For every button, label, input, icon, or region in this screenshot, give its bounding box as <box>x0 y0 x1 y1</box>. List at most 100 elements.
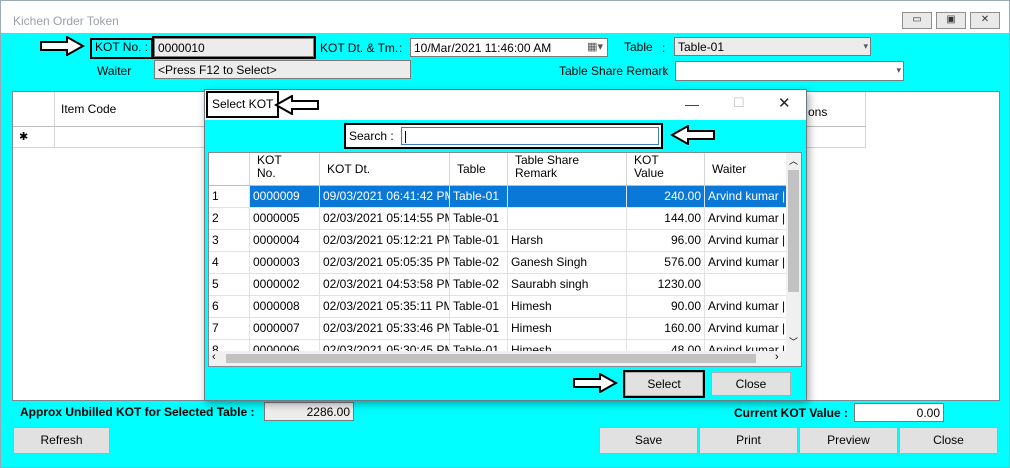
cell-kot-no[interactable]: 0000007 <box>250 318 320 340</box>
row-number[interactable]: 2 <box>209 208 250 230</box>
cell-table[interactable]: Table-01 <box>450 208 508 230</box>
row-number[interactable]: 6 <box>209 296 250 318</box>
cell-kot-value[interactable]: 90.00 <box>627 296 705 318</box>
kot-datetime-picker[interactable]: 10/Mar/2021 11:46:00 AM ▦▾ <box>410 38 608 57</box>
cell-kot-value[interactable]: 240.00 <box>627 186 705 208</box>
cell-waiter[interactable]: Arvind kumar | 0 <box>705 230 787 252</box>
arrow-left-icon <box>670 125 715 145</box>
cell-kot-dt[interactable]: 02/03/2021 05:12:21 PM <box>320 230 450 252</box>
cell-table-share-remark[interactable]: Harsh <box>508 230 627 252</box>
cell-kot-value[interactable]: 96.00 <box>627 230 705 252</box>
print-button[interactable]: Print <box>699 427 798 454</box>
col-waiter[interactable]: Waiter <box>705 153 787 186</box>
row-number[interactable]: 3 <box>209 230 250 252</box>
table-row[interactable]: 7 0000007 02/03/2021 05:33:46 PM Table-01 Hi… <box>209 318 787 340</box>
calendar-icon[interactable]: ▦▾ <box>587 40 603 53</box>
refresh-button[interactable]: Refresh <box>13 427 110 454</box>
row-number[interactable]: 1 <box>209 186 250 208</box>
cell-table[interactable]: Table-01 <box>450 318 508 340</box>
cell-kot-value[interactable]: 160.00 <box>627 318 705 340</box>
close-window-button[interactable]: ✕ <box>970 12 1000 29</box>
scroll-thumb-vertical[interactable] <box>788 170 799 292</box>
table-row[interactable]: 6 0000008 02/03/2021 05:35:11 PM Table-01 Hi… <box>209 296 787 318</box>
table-row[interactable]: 3 0000004 02/03/2021 05:12:21 PM Table-01 Ha… <box>209 230 787 252</box>
table-select[interactable]: Table-01 ▾ <box>674 37 871 56</box>
cell-waiter[interactable]: Arvind kumar | 0 <box>705 252 787 274</box>
row-number[interactable]: 4 <box>209 252 250 274</box>
new-row-instructions-cell[interactable] <box>806 127 866 148</box>
cell-table-share-remark[interactable] <box>508 186 627 208</box>
cell-table[interactable]: Table-01 <box>450 186 508 208</box>
kot-list-grid[interactable]: KOT No. KOT Dt. Table Table Share Remark K… <box>208 152 802 367</box>
col-table[interactable]: Table <box>450 153 508 186</box>
scroll-down-icon[interactable]: ﹀ <box>789 335 798 348</box>
kot-no-field[interactable]: 0000010 <box>152 36 316 59</box>
col-table-share-remark[interactable]: Table Share Remark <box>508 153 627 186</box>
col-item-code[interactable]: Item Code <box>55 92 205 127</box>
cell-waiter[interactable]: Arvind kumar | 0 <box>705 296 787 318</box>
vertical-scrollbar[interactable]: ︿ ﹀ <box>786 153 801 351</box>
cell-kot-no[interactable]: 0000002 <box>250 274 320 296</box>
row-number[interactable]: 5 <box>209 274 250 296</box>
save-button[interactable]: Save <box>599 427 698 454</box>
cell-kot-no[interactable]: 0000003 <box>250 252 320 274</box>
title-bar: Kichen Order Token ▭ ▣ ✕ <box>1 1 1009 33</box>
close-form-button[interactable]: Close <box>899 427 998 454</box>
horizontal-scrollbar[interactable]: ‹ › <box>209 351 787 366</box>
scroll-left-icon[interactable]: ‹ <box>212 351 216 363</box>
cell-table[interactable]: Table-01 <box>450 296 508 318</box>
cell-kot-no[interactable]: 0000005 <box>250 208 320 230</box>
dialog-close-icon[interactable]: ✕ <box>778 94 791 112</box>
cell-waiter[interactable]: Arvind kumar | 0 <box>705 318 787 340</box>
scroll-thumb-horizontal[interactable] <box>226 354 756 363</box>
row-number[interactable]: 7 <box>209 318 250 340</box>
dialog-close-button[interactable]: Close <box>711 372 791 396</box>
table-row[interactable]: 4 0000003 02/03/2021 05:05:35 PM Table-02 Ga… <box>209 252 787 274</box>
cell-kot-dt[interactable]: 02/03/2021 05:35:11 PM <box>320 296 450 318</box>
preview-button[interactable]: Preview <box>799 427 898 454</box>
maximize-button[interactable]: ▣ <box>936 12 966 29</box>
cell-kot-value[interactable]: 576.00 <box>627 252 705 274</box>
cell-waiter[interactable]: Arvind kumar | 0 <box>705 186 787 208</box>
cell-kot-value[interactable]: 1230.00 <box>627 274 705 296</box>
waiter-field[interactable]: <Press F12 to Select> <box>154 60 411 79</box>
col-kot-no-line1: KOT <box>257 153 282 167</box>
cell-kot-dt[interactable]: 02/03/2021 05:33:46 PM <box>320 318 450 340</box>
cell-waiter[interactable]: Arvind kumar | 0 <box>705 208 787 230</box>
col-kot-dt[interactable]: KOT Dt. <box>320 153 450 186</box>
cell-table-share-remark[interactable]: Ganesh Singh <box>508 252 627 274</box>
select-button[interactable]: Select <box>623 370 705 398</box>
cell-kot-no[interactable]: 0000008 <box>250 296 320 318</box>
col-kot-no[interactable]: KOT No. <box>250 153 320 186</box>
scroll-right-icon[interactable]: › <box>775 351 779 363</box>
cell-table-share-remark[interactable]: Himesh <box>508 318 627 340</box>
cell-waiter[interactable] <box>705 274 787 296</box>
cell-kot-no[interactable]: 0000004 <box>250 230 320 252</box>
dialog-minimize-icon[interactable]: — <box>685 96 699 112</box>
scroll-up-icon[interactable]: ︿ <box>789 154 798 167</box>
cell-kot-no[interactable]: 0000009 <box>250 186 320 208</box>
cell-kot-dt[interactable]: 02/03/2021 04:53:58 PM <box>320 274 450 296</box>
cell-kot-value[interactable]: 144.00 <box>627 208 705 230</box>
cell-table-share-remark[interactable]: Himesh <box>508 296 627 318</box>
col-kot-value[interactable]: KOT Value <box>627 153 705 186</box>
table-row[interactable]: 5 0000002 02/03/2021 04:53:58 PM Table-02 Sa… <box>209 274 787 296</box>
cell-kot-dt[interactable]: 09/03/2021 06:41:42 PM <box>320 186 450 208</box>
col-remark-line2: Remark <box>515 166 558 180</box>
col-instructions[interactable]: ons <box>806 92 866 127</box>
search-input[interactable] <box>401 127 659 145</box>
cell-table-share-remark[interactable]: Saurabh singh <box>508 274 627 296</box>
grid-header-corner <box>209 153 250 186</box>
table-row[interactable]: 2 0000005 02/03/2021 05:14:55 PM Table-01 14… <box>209 208 787 230</box>
cell-table[interactable]: Table-02 <box>450 252 508 274</box>
cell-table[interactable]: Table-02 <box>450 274 508 296</box>
new-row-item-code-cell[interactable] <box>55 127 205 148</box>
table-share-remark-select[interactable]: ▾ <box>675 61 904 81</box>
cell-kot-dt[interactable]: 02/03/2021 05:14:55 PM <box>320 208 450 230</box>
cell-table-share-remark[interactable] <box>508 208 627 230</box>
table-row[interactable]: 1 0000009 09/03/2021 06:41:42 PM Table-01 24… <box>209 186 787 208</box>
cell-table[interactable]: Table-01 <box>450 230 508 252</box>
table-label: Table <box>624 40 653 54</box>
cell-kot-dt[interactable]: 02/03/2021 05:05:35 PM <box>320 252 450 274</box>
minimize-button[interactable]: ▭ <box>902 12 932 29</box>
